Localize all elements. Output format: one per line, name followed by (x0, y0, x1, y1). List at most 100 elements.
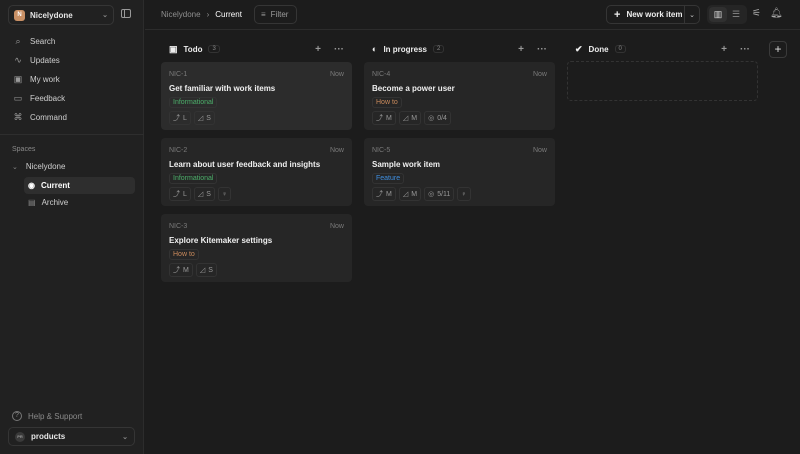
breadcrumb: Nicelydone › Current (161, 10, 242, 19)
view-settings-icon[interactable]: ⚟ (752, 8, 761, 19)
work-item-card[interactable]: NIC-3 Now Explore Kitemaker settings How to… (161, 214, 352, 282)
effort-prop[interactable]: ⤴ M (169, 263, 193, 277)
work-item-title: Sample work item (372, 160, 441, 169)
todo-progress[interactable]: ◎ 0/4 (424, 111, 451, 125)
insight-prop[interactable]: ♀ (457, 187, 471, 201)
label-tag[interactable]: How to (169, 249, 199, 260)
done-icon: ✔ (575, 43, 583, 54)
impact-prop[interactable]: ◿ M (398, 111, 422, 125)
lightbulb-icon: ♀ (461, 190, 467, 198)
column-title: In progress (383, 44, 428, 54)
impact-prop[interactable]: ◿ S (195, 263, 217, 277)
more-icon[interactable]: ··· (537, 44, 547, 55)
effort-prop[interactable]: ⤴ L (169, 111, 191, 125)
effort-value: M (386, 114, 392, 122)
effort-value: M (386, 190, 392, 198)
new-work-item-button[interactable]: + New work item (607, 6, 685, 23)
label-tag[interactable]: Informational (169, 173, 218, 184)
breadcrumb-current: Current (215, 10, 242, 19)
spaces-heading: Spaces (12, 146, 36, 153)
board-view-icon[interactable]: ▥ (709, 7, 727, 22)
filter-icon: ≡ (261, 10, 266, 19)
work-item-card[interactable]: NIC-2 Now Learn about user feedback and in… (161, 138, 352, 206)
trend-icon: ⤴ (173, 115, 180, 122)
impact-value: S (206, 114, 211, 122)
todo-progress[interactable]: ◎ 5/11 (424, 187, 455, 201)
workspace-switcher[interactable]: N Nicelydone ⌄ (8, 5, 114, 25)
impact-icon: ◿ (402, 115, 409, 122)
plus-icon[interactable]: + (721, 44, 727, 55)
my-work-icon: ▣ (13, 74, 23, 84)
chevron-down-icon: ⌄ (122, 433, 128, 441)
in-progress-icon: ◐ (372, 44, 378, 54)
effort-prop[interactable]: ⤴ L (169, 187, 191, 201)
effort-prop[interactable]: ⤴ M (372, 111, 396, 125)
space-name: Nicelydone (25, 162, 66, 171)
plus-icon[interactable]: + (315, 44, 321, 55)
nav: ⌕ Search ∿ Updates ▣ My work ▭ Feedback ⌘ Com… (8, 32, 136, 127)
new-work-item-button-group: + New work item ⌄ (606, 5, 700, 24)
help-support-link[interactable]: ? Help & Support (12, 411, 82, 421)
current-cycle-icon: ◉ (28, 181, 35, 190)
impact-prop[interactable]: ◿ S (193, 111, 215, 125)
breadcrumb-separator: › (206, 10, 210, 19)
insight-prop[interactable]: ♀ (217, 187, 232, 201)
work-item-card[interactable]: NIC-4 Now Become a power user How to ⤴ M ◿ M ◎ 0/… (364, 62, 555, 130)
activity-icon: ∿ (14, 55, 22, 65)
work-item-id: NIC-4 (372, 71, 391, 78)
work-item-time: Now (329, 71, 344, 78)
add-column-button[interactable]: + (769, 41, 787, 58)
work-item-props: ⤴ M ◿ M ◎ 5/11 ♀ (372, 187, 547, 201)
nav-item-search[interactable]: ⌕ Search (8, 32, 136, 51)
impact-prop[interactable]: ◿ M (398, 187, 422, 201)
list-view-icon[interactable]: ☰ (727, 7, 745, 22)
sidebar: N Nicelydone ⌄ ⌕ Search ∿ Updates ▣ My work… (0, 0, 144, 454)
progress-value: 5/11 (437, 190, 451, 198)
space-item-archive[interactable]: ▤ Archive (24, 194, 135, 211)
nav-item-updates[interactable]: ∿ Updates (8, 51, 136, 70)
empty-drop-zone[interactable] (567, 61, 758, 101)
work-item-card[interactable]: NIC-5 Now Sample work item Feature ⤴ M ◿ M ◎ 5/11… (364, 138, 555, 206)
label-tag[interactable]: How to (372, 97, 402, 108)
feedback-icon: ▭ (13, 93, 23, 103)
work-item-title: Learn about user feedback and insights (169, 160, 321, 169)
chevron-down-icon: ⌄ (12, 163, 18, 171)
work-item-title: Become a power user (372, 84, 455, 93)
plus-icon: + (614, 8, 621, 21)
effort-value: L (183, 190, 187, 198)
column-title: Todo (183, 44, 203, 54)
space-item-current[interactable]: ◉ Current (24, 177, 135, 194)
column-count: 2 (433, 45, 445, 53)
work-item-card[interactable]: NIC-1 Now Get familiar with work items Info… (161, 62, 352, 130)
team-switcher[interactable]: PR products ⌄ (8, 427, 135, 446)
trend-icon: ⤴ (376, 115, 383, 122)
progress-value: 0/4 (437, 114, 447, 122)
space-nicelydone[interactable]: ⌄ Nicelydone (12, 162, 65, 171)
sidebar-toggle-icon[interactable] (121, 9, 131, 18)
label-tag[interactable]: Informational (169, 97, 218, 108)
nav-label: Command (30, 113, 67, 122)
work-item-time: Now (532, 71, 547, 78)
more-icon[interactable]: ··· (740, 44, 750, 55)
help-label: Help & Support (28, 411, 83, 421)
impact-prop[interactable]: ◿ S (193, 187, 215, 201)
team-avatar: PR (15, 431, 25, 442)
nav-item-command[interactable]: ⌘ Command (8, 108, 136, 127)
bell-icon[interactable]: 🔔︎ (770, 8, 783, 19)
work-item-id: NIC-3 (169, 223, 188, 230)
inbox-icon: ▣ (169, 43, 178, 54)
impact-value: M (411, 114, 418, 122)
view-switcher: ▥ ☰ (707, 5, 747, 24)
help-icon: ? (12, 411, 22, 421)
more-icon[interactable]: ··· (334, 44, 344, 55)
nav-item-my-work[interactable]: ▣ My work (8, 70, 136, 89)
plus-icon[interactable]: + (518, 44, 524, 55)
search-icon: ⌕ (15, 36, 21, 46)
filter-button[interactable]: ≡ Filter (254, 5, 297, 24)
column-header: ◐ In progress 2 + ··· (364, 40, 555, 58)
effort-prop[interactable]: ⤴ M (372, 187, 396, 201)
nav-item-feedback[interactable]: ▭ Feedback (8, 89, 136, 108)
breadcrumb-space[interactable]: Nicelydone (161, 10, 201, 19)
new-item-dropdown-button[interactable]: ⌄ (685, 11, 699, 19)
label-tag[interactable]: Feature (372, 173, 405, 184)
